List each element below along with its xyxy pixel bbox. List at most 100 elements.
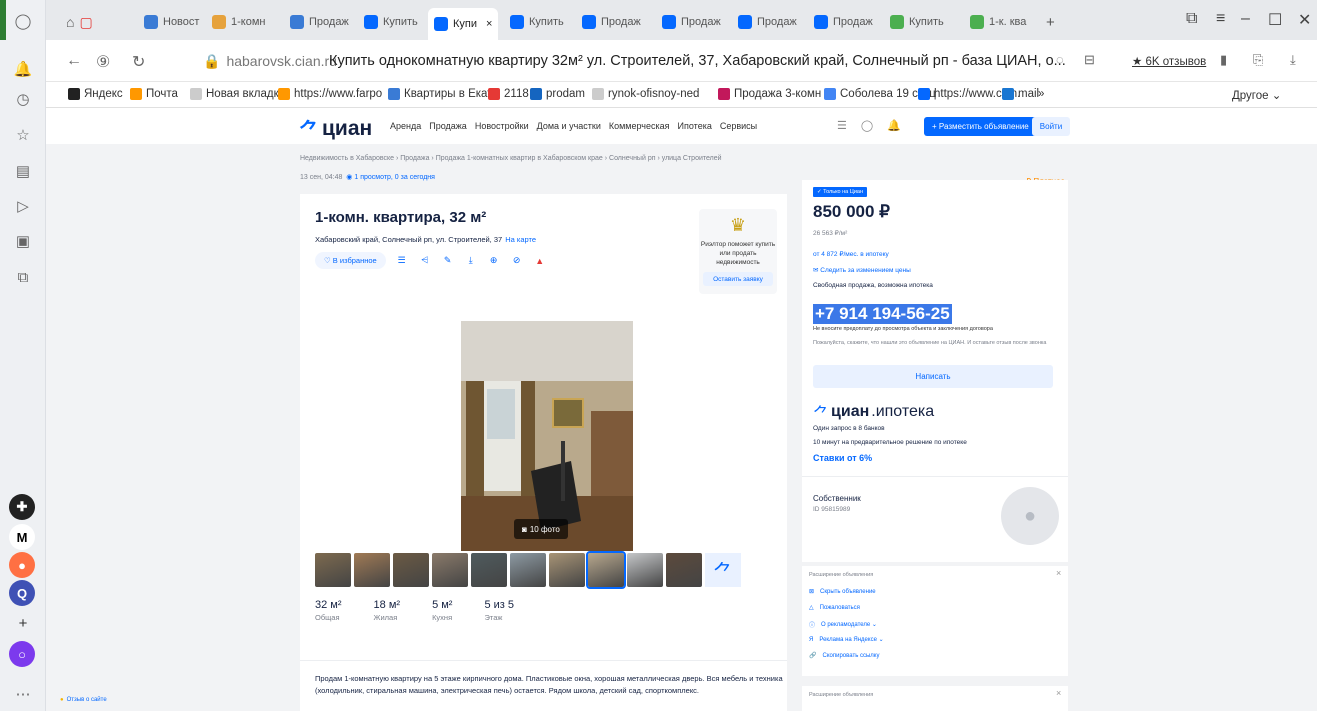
alice-circle-icon[interactable]: ○ [9, 641, 35, 667]
breadcrumb[interactable]: Недвижимость в Хабаровске › Продажа › Пр… [300, 155, 722, 162]
mortgage-rates-link[interactable]: Ставки от 6% [813, 453, 872, 463]
translate-icon[interactable]: ◌ [1056, 52, 1064, 67]
browser-tab[interactable]: Продаж [656, 10, 722, 34]
cian-logo[interactable]: ⺈ циан [299, 114, 372, 143]
bookmark-item[interactable]: Яндекс [68, 88, 123, 100]
cian-thumb-icon[interactable]: ⺈ [705, 553, 741, 587]
reviews-link[interactable]: ★ 6K отзывов [1132, 54, 1206, 68]
bookmark-item[interactable]: mail [1002, 88, 1039, 100]
cian-menu-item[interactable]: Дома и участки [537, 121, 601, 131]
main-photo[interactable] [461, 321, 633, 551]
share-icon[interactable]: ⎘ [1253, 52, 1263, 68]
more-icon[interactable]: ⋯ [12, 683, 34, 705]
phone-number[interactable]: +7 914 194-56-25 [813, 304, 952, 324]
share-icon[interactable]: ⩤ [418, 254, 432, 268]
yandex-icon[interactable]: ⑨ [96, 52, 110, 72]
url-host[interactable]: 🔒 habarovsk.cian.ru [203, 53, 337, 70]
add-app-icon[interactable]: + [12, 612, 34, 634]
bookmark-item[interactable]: rynok-ofisnoy-ned [592, 88, 699, 100]
reload-icon[interactable]: ↻ [132, 52, 145, 72]
collections-icon[interactable]: ▤ [12, 160, 34, 182]
write-button[interactable]: Написать [813, 365, 1053, 388]
bookmark-item[interactable]: Новая вкладка [190, 88, 285, 100]
browser-tab[interactable]: Продаж [576, 10, 642, 34]
photo-thumbnail[interactable] [315, 553, 351, 587]
photo-thumbnail[interactable] [432, 553, 468, 587]
browser-tab[interactable]: Купить [884, 10, 950, 34]
messenger-icon[interactable]: Q [9, 580, 35, 606]
bookmark-item[interactable]: Почта [130, 88, 178, 100]
photo-count-button[interactable]: ◙ 10 фото [514, 519, 568, 539]
login-button[interactable]: Войти [1032, 117, 1070, 136]
photo-thumbnail[interactable] [549, 553, 585, 587]
leave-request-button[interactable]: Оставить заявку [703, 272, 773, 287]
cian-menu-item[interactable]: Аренда [390, 121, 421, 131]
chat-icon[interactable]: ◯ [861, 119, 873, 132]
compare-icon[interactable]: ☰ [837, 119, 847, 132]
cian-menu-item[interactable]: Новостройки [475, 121, 529, 131]
compare-icon[interactable]: ☰ [395, 254, 409, 268]
cian-menu-item[interactable]: Ипотека [678, 121, 712, 131]
photo-thumbnail[interactable] [471, 553, 507, 587]
favorite-button[interactable]: ♡ В избранное [315, 252, 386, 269]
new-tab-button[interactable]: + [1040, 10, 1055, 34]
cian-menu-item[interactable]: Сервисы [720, 121, 757, 131]
views-count[interactable]: ◉ 1 просмотр, 0 за сегодня [346, 174, 435, 181]
bookmark-item[interactable]: Продажа 3-комн [718, 88, 821, 100]
bookmark-item[interactable]: Другое ⌄ [1232, 88, 1281, 102]
media-icon[interactable]: ▷ [12, 195, 34, 217]
browser-tab[interactable]: Продаж [808, 10, 874, 34]
profile-icon[interactable]: ◯ [12, 10, 34, 32]
bookmark-icon[interactable]: ▮ [1220, 52, 1227, 68]
browser-tab[interactable]: Купить [504, 10, 570, 34]
photo-thumbnail[interactable] [354, 553, 390, 587]
bookmark-item[interactable]: Квартиры в Екате [388, 88, 499, 100]
feedback-link[interactable]: ● Отзыв о сайте [60, 697, 107, 703]
close-tab-icon[interactable]: × [486, 18, 492, 30]
screenshot-icon[interactable]: ⧉ [12, 266, 34, 288]
photo-thumbnail[interactable] [627, 553, 663, 587]
browser-tab[interactable]: Продаж [732, 10, 798, 34]
notifications-icon[interactable]: 🔔 [12, 58, 34, 80]
home-tab-icon[interactable]: ⌂ ▢ [60, 10, 93, 34]
alice-icon[interactable]: ✚ [9, 494, 35, 520]
close-window-icon[interactable]: ✕ [1298, 10, 1311, 30]
bell-icon[interactable]: 🔔 [887, 119, 901, 132]
browser-tab[interactable]: Купить [358, 10, 424, 34]
browser-tab[interactable]: Купи × [428, 8, 498, 40]
cian-menu-item[interactable]: Коммерческая [609, 121, 670, 131]
download-icon[interactable]: ⤓ [1290, 52, 1296, 68]
bookmark-item[interactable]: prodam [530, 88, 585, 100]
browser-tab[interactable]: 1-комн [206, 10, 272, 34]
protect-icon[interactable]: ⊟ [1084, 52, 1095, 68]
page-title[interactable]: Купить однокомнатную квартиру 32м² ул. С… [329, 53, 1069, 69]
cian-menu-item[interactable]: Продажа [429, 121, 467, 131]
note-icon[interactable]: ✎ [441, 254, 455, 268]
browser-tab[interactable]: Продаж [284, 10, 350, 34]
back-icon[interactable]: ← [66, 52, 82, 70]
hide-icon[interactable]: ⊘ [510, 254, 524, 268]
report-icon[interactable]: ▲ [533, 254, 547, 268]
minimize-icon[interactable]: – [1241, 10, 1250, 28]
copy-link-item[interactable]: 🔗 Скопировать ссылку [809, 652, 880, 660]
yandex-ads-item[interactable]: Я Реклама на Яндексе ⌄ [809, 636, 884, 644]
print-icon[interactable]: ⊕ [487, 254, 501, 268]
history-icon[interactable]: ◷ [12, 88, 34, 110]
photo-thumbnail[interactable] [393, 553, 429, 587]
maximize-icon[interactable]: ☐ [1268, 10, 1282, 30]
favorites-icon[interactable]: ☆ [12, 124, 34, 146]
follow-price-link[interactable]: ✉ Следить за изменением цены [813, 266, 911, 274]
close-icon[interactable]: × [1056, 568, 1061, 578]
bookmark-item[interactable]: 2118 [488, 88, 529, 100]
bookmark-item[interactable]: https://www.farpo [278, 88, 382, 100]
post-ad-button[interactable]: + Разместить объявление [924, 117, 1037, 136]
browser-tab[interactable]: Новост [138, 10, 204, 34]
bookmark-item[interactable]: » [1038, 88, 1044, 100]
photo-thumbnail[interactable] [586, 551, 626, 589]
market-icon[interactable]: M [9, 524, 35, 550]
cian-mortgage-logo[interactable]: ⺈ циан .ипотека [813, 400, 934, 424]
browser-tab[interactable]: 1-к. ква [964, 10, 1030, 34]
report-ad-item[interactable]: △ Пожаловаться [809, 604, 860, 612]
advertiser-item[interactable]: ⓘ О рекламодателе ⌄ [809, 620, 877, 629]
menu-icon[interactable]: ≡ [1216, 10, 1225, 28]
